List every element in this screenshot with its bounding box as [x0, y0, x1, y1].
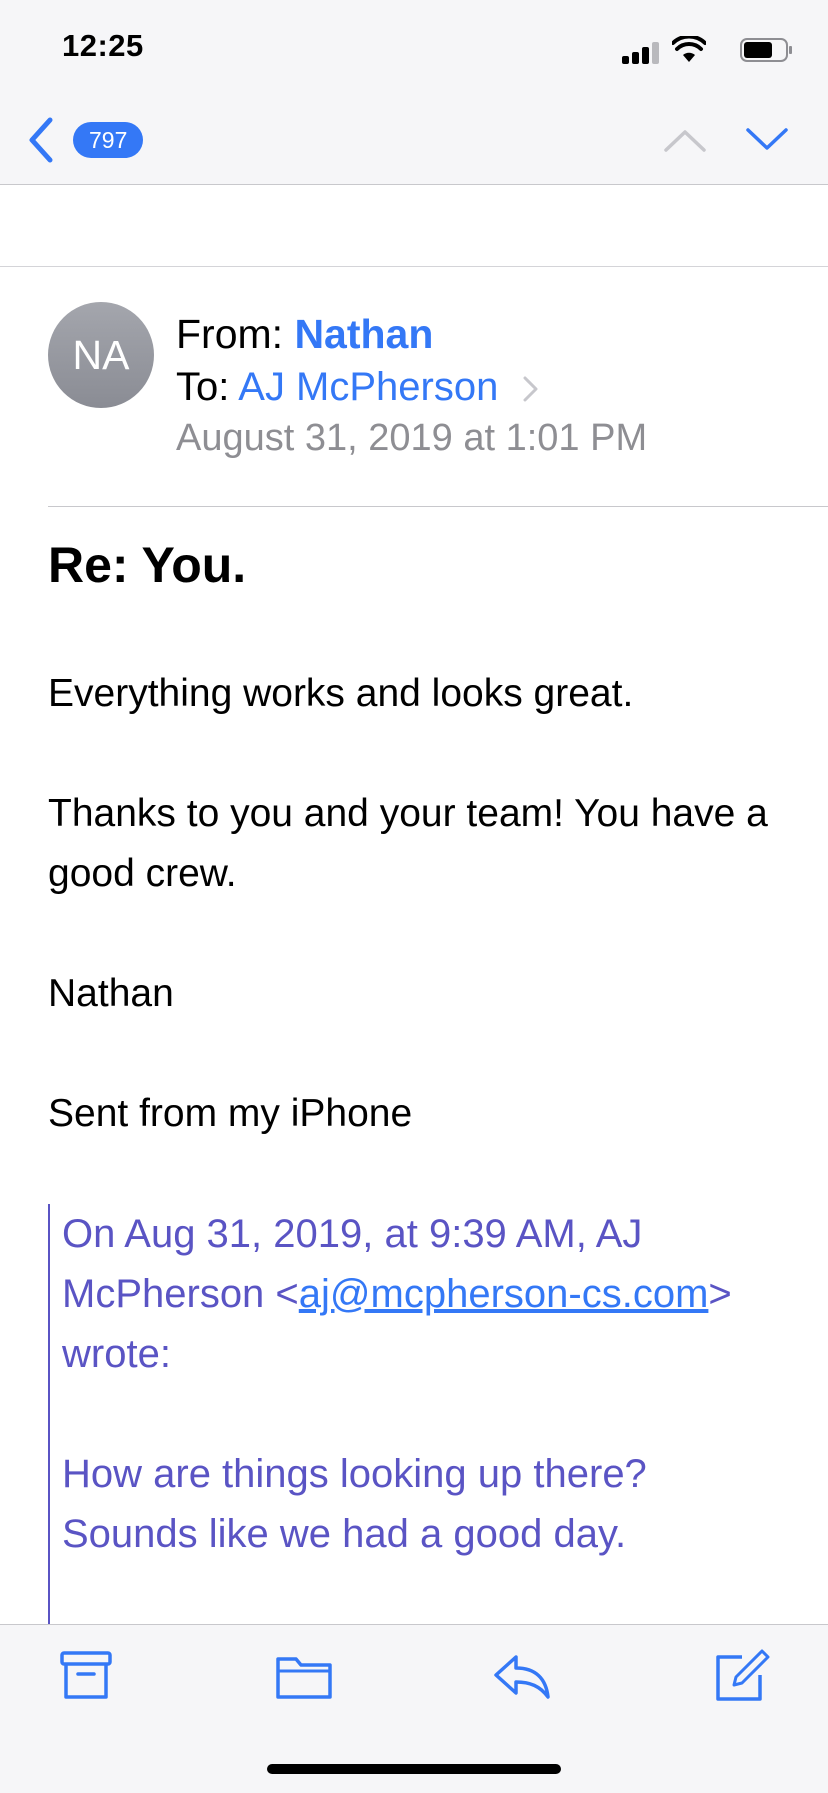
reply-icon[interactable]: [492, 1649, 552, 1703]
body-signature: Nathan: [48, 972, 174, 1015]
compose-icon[interactable]: [712, 1649, 772, 1703]
next-message-icon[interactable]: [744, 122, 790, 158]
folder-icon[interactable]: [274, 1649, 334, 1703]
quote-body: How are things looking up there? Sounds …: [62, 1452, 647, 1556]
message-subject: Re: You.: [48, 537, 247, 593]
body-sent-from: Sent from my iPhone: [48, 1092, 413, 1135]
recipient-name[interactable]: AJ McPherson: [238, 365, 498, 409]
unread-count-badge[interactable]: 797: [73, 122, 144, 158]
message-header: NA From: Nathan To: AJ McPherson August …: [0, 267, 828, 507]
status-icons: [614, 36, 794, 64]
message-date: August 31, 2019 at 1:01 PM: [176, 417, 648, 459]
previous-message-icon[interactable]: [662, 122, 708, 158]
body-paragraph: Thanks to you and your team! You have a …: [48, 792, 768, 895]
wifi-icon: [672, 36, 706, 62]
from-label: From:: [176, 311, 284, 357]
to-label: To:: [176, 365, 230, 409]
message-top-spacer: [0, 185, 828, 267]
navigation-bar: 797: [0, 100, 828, 185]
email-link[interactable]: aj@mcpherson-cs.com: [299, 1272, 709, 1316]
cellular-signal-icon: [622, 40, 662, 64]
chevron-right-icon[interactable]: [522, 374, 540, 404]
battery-icon: [740, 38, 792, 62]
status-bar: 12:25: [0, 0, 828, 100]
header-divider: [48, 506, 828, 507]
from-line: From: Nathan: [176, 311, 433, 358]
avatar[interactable]: NA: [48, 302, 154, 408]
sender-name[interactable]: Nathan: [294, 311, 433, 357]
quote-intro: On Aug 31, 2019, at 9:39 AM, AJ McPherso…: [62, 1204, 768, 1384]
to-line: To: AJ McPherson: [176, 365, 540, 410]
body-paragraph: Everything works and looks great.: [48, 672, 634, 715]
archive-icon[interactable]: [56, 1649, 116, 1703]
back-chevron-icon[interactable]: [24, 114, 56, 166]
home-indicator[interactable]: [267, 1764, 561, 1774]
status-time: 12:25: [62, 28, 144, 63]
quoted-message: On Aug 31, 2019, at 9:39 AM, AJ McPherso…: [48, 1204, 768, 1624]
